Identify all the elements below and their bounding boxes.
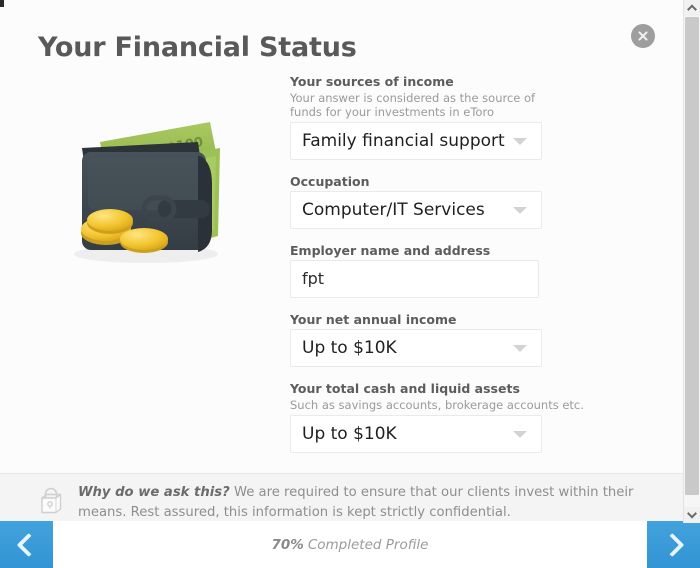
wallet-graphic: $100 xyxy=(74,122,220,263)
modal-body: Your Financial Status Your sources of in… xyxy=(0,0,686,521)
chevron-down-icon xyxy=(513,207,527,214)
chevron-down-icon xyxy=(687,508,697,519)
field-hint: Such as savings accounts, brokerage acco… xyxy=(290,398,584,412)
chevron-left-icon xyxy=(16,532,41,557)
field-label: Your net annual income xyxy=(290,312,457,327)
select-value: Computer/IT Services xyxy=(302,201,485,219)
disclaimer-heading: Why do we ask this? xyxy=(78,485,230,500)
scroll-up-button[interactable] xyxy=(684,0,700,16)
progress-status: 70% Completed Profile xyxy=(0,521,700,568)
progress-percent: 70% xyxy=(271,536,304,553)
chevron-down-icon xyxy=(513,138,527,145)
field-occupation: Occupation Computer/IT Services xyxy=(290,174,542,229)
disclaimer-text: Why do we ask this? We are required to e… xyxy=(78,483,668,521)
select-value: Family financial support xyxy=(302,132,505,150)
wallet-illustration: $100 xyxy=(48,104,243,274)
page-title: Your Financial Status xyxy=(38,32,357,63)
vertical-scrollbar[interactable] xyxy=(683,0,700,523)
field-total-cash-liquid-assets: Your total cash and liquid assets Such a… xyxy=(290,381,584,453)
field-sources-of-income: Your sources of income Your answer is co… xyxy=(290,74,542,160)
financial-form: Your sources of income Your answer is co… xyxy=(290,74,584,467)
select-value: Up to $10K xyxy=(302,339,397,357)
total-cash-assets-select[interactable]: Up to $10K xyxy=(290,415,542,453)
corner-artifact xyxy=(0,0,4,7)
lock-icon xyxy=(41,487,62,514)
sources-of-income-select[interactable]: Family financial support xyxy=(290,122,542,160)
field-employer-name-address: Employer name and address fpt xyxy=(290,243,542,298)
field-label: Employer name and address xyxy=(290,243,491,258)
scrollbar-thumb[interactable] xyxy=(685,17,699,495)
input-value: fpt xyxy=(302,271,325,287)
field-net-annual-income: Your net annual income Up to $10K xyxy=(290,312,542,367)
field-hint: Your answer is considered as the source … xyxy=(290,91,536,119)
progress-label: Completed Profile xyxy=(307,536,429,553)
select-value: Up to $10K xyxy=(302,425,397,443)
wizard-footer: 70% Completed Profile xyxy=(0,521,700,568)
close-icon[interactable] xyxy=(631,24,655,48)
net-annual-income-select[interactable]: Up to $10K xyxy=(290,329,542,367)
chevron-down-icon xyxy=(513,345,527,352)
previous-step-button[interactable] xyxy=(0,521,53,568)
field-label: Occupation xyxy=(290,174,370,189)
employer-name-input[interactable]: fpt xyxy=(290,260,539,298)
chevron-up-icon xyxy=(687,4,697,15)
chevron-down-icon xyxy=(513,431,527,438)
financial-status-dialog: Your Financial Status Your sources of in… xyxy=(0,0,700,568)
scroll-down-button[interactable] xyxy=(684,507,700,523)
occupation-select[interactable]: Computer/IT Services xyxy=(290,191,542,229)
next-step-button[interactable] xyxy=(647,521,700,568)
field-label: Your sources of income xyxy=(290,74,454,89)
field-label: Your total cash and liquid assets xyxy=(290,381,520,396)
chevron-right-icon xyxy=(659,532,684,557)
disclaimer-band: Why do we ask this? We are required to e… xyxy=(0,473,686,521)
